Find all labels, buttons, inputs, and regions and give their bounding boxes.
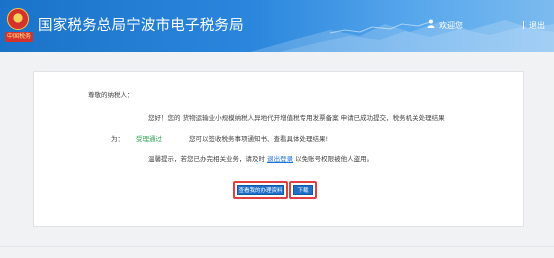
site-header: 中国税务 国家税务总局宁波市电子税务局 欢迎您 退出 (0, 0, 554, 52)
tip-prefix: 温馨提示，若您已办完相关业务，请及时 (148, 155, 265, 163)
logout-link[interactable]: 退出 (529, 20, 545, 31)
result-label: 为： (111, 135, 124, 143)
greeting-text: 尊敬的纳税人： (88, 91, 134, 99)
download-button[interactable]: 下载 (293, 185, 313, 195)
result-hint: 您可以签收税务事项通知书、查看具体处理结果! (189, 135, 329, 143)
tax-emblem-icon (7, 8, 29, 30)
tip-text: 温馨提示，若您已办完相关业务，请及时 退出登录 以免账号权限被他人盗用。 (148, 153, 373, 163)
user-name[interactable]: 欢迎您 (439, 20, 463, 31)
result-status: 受理通过 (136, 135, 162, 143)
view-materials-button[interactable]: 查看我的办理资料 (237, 185, 284, 195)
logout-login-link[interactable]: 退出登录 (267, 155, 293, 163)
notice-card: 尊敬的纳税人： 您好！您的 货物运输业小规模纳税人异地代开增值税专用发票备案 申… (33, 71, 524, 227)
site-title: 国家税务总局宁波市电子税务局 (38, 18, 244, 34)
submission-message: 您好！您的 货物运输业小规模纳税人异地代开增值税专用发票备案 申请已成功提交，税… (148, 114, 445, 122)
emblem-caption: 中国税务 (5, 32, 33, 42)
tip-suffix: 以免账号权限被他人盗用。 (295, 155, 374, 163)
footer-divider (0, 246, 554, 247)
user-icon (427, 19, 435, 28)
header-divider (523, 21, 524, 29)
